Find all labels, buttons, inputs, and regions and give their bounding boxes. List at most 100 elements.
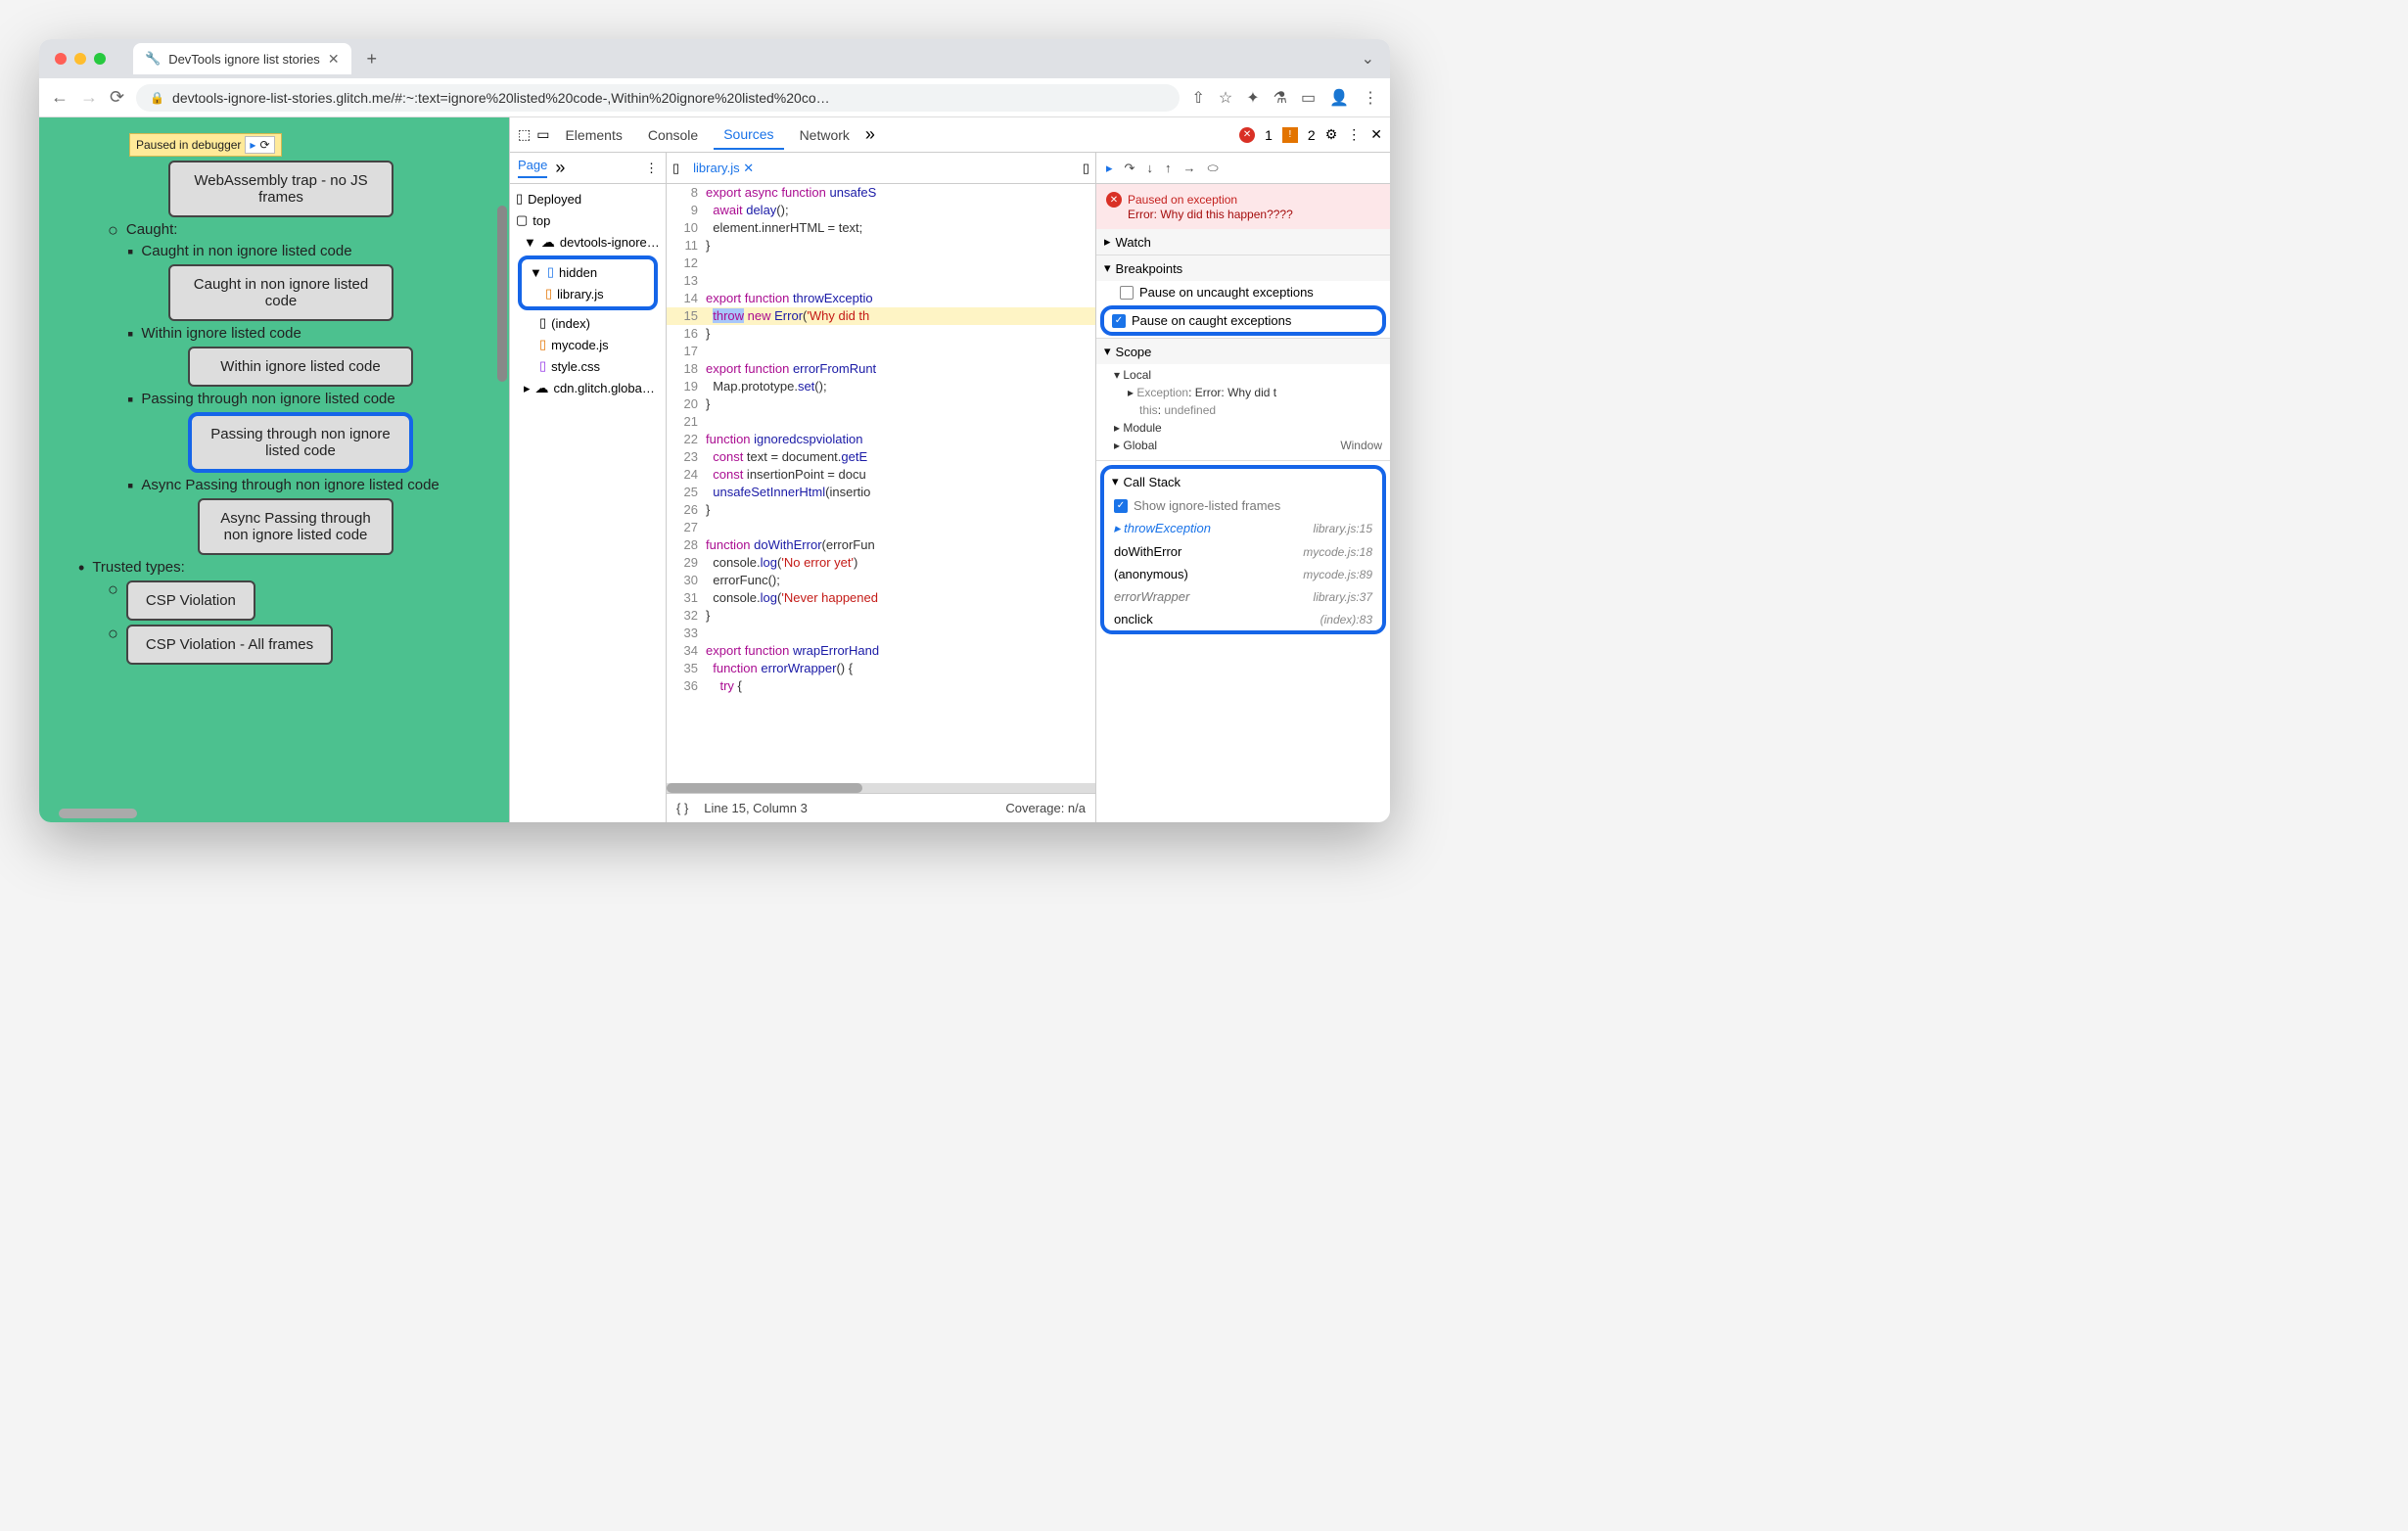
paused-chip-label: Paused in debugger [136,138,241,152]
close-devtools-icon[interactable]: ✕ [1370,126,1382,143]
new-tab-button[interactable]: + [367,49,378,70]
watch-section[interactable]: ▸Watch [1096,229,1390,255]
tab-title: DevTools ignore list stories [168,52,320,67]
checkbox-caught[interactable]: ✓ [1112,314,1126,328]
bp-uncaught[interactable]: Pause on uncaught exceptions [1096,281,1390,303]
step-into-button[interactable]: ↓ [1146,161,1153,175]
step-over-button[interactable]: ↷ [1125,161,1135,176]
tree-deployed[interactable]: ▯Deployed [512,188,664,209]
content: Paused in debugger ▸ ⟳ WebAssembly trap … [39,117,1390,822]
labs-icon[interactable]: ⚗ [1273,88,1287,108]
callstack-frame[interactable]: errorWrapperlibrary.js:37 [1104,585,1382,608]
debugger-toolbar: ▸ ↷ ↓ ↑ → ⬭ [1096,153,1390,184]
errors-badge[interactable]: ✕ [1239,127,1255,143]
minimize-window-icon[interactable] [74,53,86,65]
devtools-body: Page » ⋮ ▯Deployed ▢top ▼☁devtools-ignor… [510,153,1390,822]
forward-button[interactable]: → [80,87,98,108]
tree-library[interactable]: ▯library.js [526,283,650,304]
scope-exception[interactable]: ▸ Exception: Error: Why did t [1114,384,1382,401]
pretty-print-icon[interactable]: { } [676,801,688,815]
tab-sources[interactable]: Sources [714,120,783,150]
address-input[interactable]: 🔒 devtools-ignore-list-stories.glitch.me… [136,84,1180,112]
btn-caught-non-ignore[interactable]: Caught in non ignore listed code [168,264,394,321]
page-scrollbar-h[interactable] [59,809,137,818]
gear-icon[interactable]: ⚙ [1325,126,1338,143]
toggle-dbg-icon[interactable]: ▯ [1083,161,1089,176]
editor-tab-library[interactable]: library.js ✕ [685,158,762,179]
code-body[interactable]: 8export async function unsafeS9 await de… [667,184,1095,783]
profile-icon[interactable]: 👤 [1329,88,1349,108]
resume-button[interactable]: ▸ [1106,161,1113,176]
panel-icon[interactable]: ▭ [1301,88,1316,108]
callstack-frame[interactable]: (anonymous)mycode.js:89 [1104,563,1382,585]
tree-mycode[interactable]: ▯mycode.js [512,334,664,355]
resume-icon[interactable]: ▸ [250,138,255,152]
url-text: devtools-ignore-list-stories.glitch.me/#… [172,90,830,106]
toggle-nav-icon[interactable]: ▯ [672,161,679,176]
code-editor: ▯ library.js ✕ ▯ 8export async function … [667,153,1096,822]
callstack-frame[interactable]: onclick(index):83 [1104,608,1382,630]
close-window-icon[interactable] [55,53,67,65]
more-tabs-icon[interactable]: » [865,124,875,145]
nav-more-icon[interactable]: » [555,158,565,178]
scope-section[interactable]: ▾Scope [1096,339,1390,364]
back-button[interactable]: ← [51,87,69,108]
tab-network[interactable]: Network [790,121,859,149]
reload-button[interactable]: ⟳ [110,87,124,108]
scope-global[interactable]: ▸ GlobalWindow [1114,437,1382,454]
btn-csp-violation[interactable]: CSP Violation [126,580,255,621]
window-controls [55,53,106,65]
btn-webassembly[interactable]: WebAssembly trap - no JS frames [168,161,394,217]
paused-chip-controls: ▸ ⟳ [245,136,274,154]
tree-top[interactable]: ▢top [512,209,664,231]
btn-async-passing[interactable]: Async Passing through non ignore listed … [198,498,394,555]
step-icon[interactable]: ⟳ [259,138,269,152]
checkbox-show-ignore[interactable]: ✓ [1114,499,1128,513]
tree-style[interactable]: ▯style.css [512,355,664,377]
checkbox-uncaught[interactable] [1120,286,1134,300]
step-out-button[interactable]: ↑ [1165,161,1172,175]
deactivate-bp-button[interactable]: ⬭ [1207,161,1218,176]
tree-cdn[interactable]: ▸☁cdn.glitch.globa… [512,377,664,399]
btn-csp-all[interactable]: CSP Violation - All frames [126,625,333,665]
extensions-icon[interactable]: ✦ [1246,88,1259,108]
tab-elements[interactable]: Elements [555,121,631,149]
browser-tab[interactable]: 🔧 DevTools ignore list stories ✕ [133,43,351,74]
callstack-section[interactable]: ▾Call Stack [1104,469,1382,494]
step-button[interactable]: → [1182,161,1195,175]
nav-kebab-icon[interactable]: ⋮ [645,161,658,176]
tree-domain[interactable]: ▼☁devtools-ignore… [512,231,664,254]
tree-hidden-folder[interactable]: ▼▯hidden [526,261,650,283]
btn-within-ignore[interactable]: Within ignore listed code [188,347,413,387]
btn-passing-non-ignore[interactable]: Passing through non ignore listed code [188,412,413,473]
device-icon[interactable]: ▭ [536,126,549,143]
kebab-icon[interactable]: ⋮ [1347,126,1361,143]
warnings-badge[interactable]: ! [1282,127,1298,143]
menu-icon[interactable]: ⋮ [1363,88,1378,108]
inspect-icon[interactable]: ⬚ [518,126,531,143]
editor-hscroll[interactable] [667,783,1095,793]
scope-local[interactable]: ▾ Local [1114,366,1382,384]
url-actions: ⇧ ☆ ✦ ⚗ ▭ 👤 ⋮ [1191,88,1378,108]
tree-index[interactable]: ▯(index) [512,312,664,334]
scope-module[interactable]: ▸ Module [1114,419,1382,437]
maximize-window-icon[interactable] [94,53,106,65]
callstack-frame[interactable]: doWithErrormycode.js:18 [1104,540,1382,563]
tabs-overflow-icon[interactable]: ⌄ [1362,49,1374,69]
nav-page-tab[interactable]: Page [518,158,547,178]
breakpoints-section[interactable]: ▾Breakpoints [1096,255,1390,281]
callstack-frame[interactable]: ▸ throwExceptionlibrary.js:15 [1104,517,1382,540]
scope-this: this: undefined [1114,401,1382,419]
browser-window: 🔧 DevTools ignore list stories ✕ + ⌄ ← →… [39,39,1390,822]
tab-favicon: 🔧 [145,51,161,67]
within-ignore-label: Within ignore listed code [141,325,301,342]
warnings-count: 2 [1308,127,1316,143]
bookmark-icon[interactable]: ☆ [1219,88,1232,108]
page-scrollbar-v[interactable] [497,206,507,382]
cursor-position: Line 15, Column 3 [704,801,808,815]
tab-console[interactable]: Console [638,121,708,149]
bp-caught[interactable]: ✓Pause on caught exceptions [1104,309,1382,332]
cs-show-ignore[interactable]: ✓Show ignore-listed frames [1104,494,1382,517]
share-icon[interactable]: ⇧ [1191,88,1204,108]
close-tab-icon[interactable]: ✕ [328,51,340,68]
